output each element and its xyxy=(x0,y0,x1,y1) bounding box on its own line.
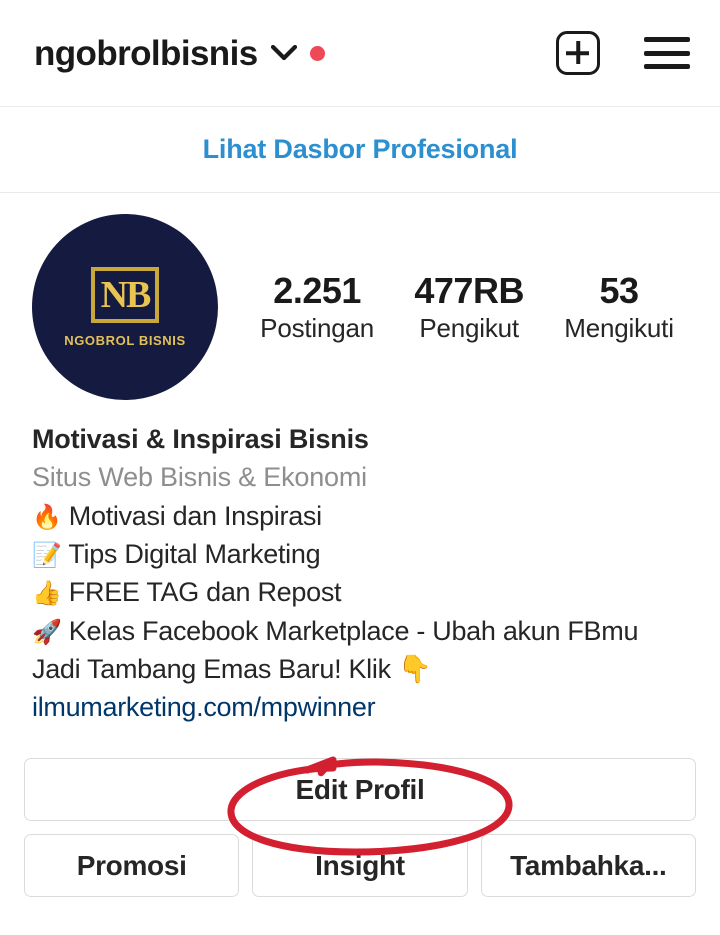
bio-website-link[interactable]: ilmumarketing.com/mpwinner xyxy=(32,688,696,726)
insight-button[interactable]: Insight xyxy=(252,834,468,897)
professional-dashboard-link[interactable]: Lihat Dasbor Profesional xyxy=(203,134,518,165)
stat-following[interactable]: 53 Mengikuti xyxy=(564,269,674,345)
hamburger-bar xyxy=(644,37,690,42)
top-bar: ngobrolbisnis xyxy=(0,0,720,107)
bio-line-text: Tips Digital Marketing xyxy=(68,538,321,569)
profile-header: NB NGOBROL BISNIS 2.251 Postingan 477RB … xyxy=(0,193,720,400)
hamburger-bar xyxy=(644,50,690,56)
bio-line: 🔥 Motivasi dan Inspirasi xyxy=(32,497,696,535)
bio-display-name: Motivasi & Inspirasi Bisnis xyxy=(32,424,369,454)
hamburger-menu-icon[interactable] xyxy=(644,37,690,69)
plus-box-icon[interactable] xyxy=(556,31,600,75)
top-bar-actions xyxy=(556,31,690,75)
avatar[interactable]: NB NGOBROL BISNIS xyxy=(32,214,218,400)
edit-profile-button[interactable]: Edit Profil xyxy=(24,758,696,821)
bio-line-text: Kelas Facebook Marketplace - Ubah akun F… xyxy=(68,615,639,646)
stat-label: Postingan xyxy=(260,312,375,343)
stat-label: Pengikut xyxy=(419,312,519,343)
account-username[interactable]: ngobrolbisnis xyxy=(34,36,258,71)
profile-stats: 2.251 Postingan 477RB Pengikut 53 Mengik… xyxy=(218,270,694,345)
add-tools-button[interactable]: Tambahka... xyxy=(480,834,696,897)
bio-line: 📝 Tips Digital Marketing xyxy=(32,535,696,573)
stat-posts[interactable]: 2.251 Postingan xyxy=(260,270,374,345)
thumbs-up-emoji: 👍 xyxy=(32,579,62,608)
instagram-profile-screen: ngobrolbisnis Lihat Dasbor Profesional N… xyxy=(0,0,720,935)
rocket-emoji: 🚀 xyxy=(32,617,62,646)
bio-line-text: Jadi Tambang Emas Baru! Klik 👇 xyxy=(32,653,432,684)
promote-button[interactable]: Promosi xyxy=(24,834,240,897)
username-dropdown[interactable]: ngobrolbisnis xyxy=(34,36,325,71)
bio-line: 🚀 Kelas Facebook Marketplace - Ubah akun… xyxy=(32,612,696,650)
stat-label: Mengikuti xyxy=(564,312,674,343)
profile-action-buttons: Edit Profil Promosi Insight Tambahka... xyxy=(0,758,720,897)
chevron-down-icon[interactable] xyxy=(270,45,297,61)
bio-line: Jadi Tambang Emas Baru! Klik 👇 xyxy=(32,650,696,688)
bio-line-text: Motivasi dan Inspirasi xyxy=(68,500,322,531)
stat-followers[interactable]: 477RB Pengikut xyxy=(414,270,524,345)
secondary-action-row: Promosi Insight Tambahka... xyxy=(24,834,696,897)
profile-bio: Motivasi & Inspirasi Bisnis Situs Web Bi… xyxy=(0,400,720,727)
avatar-monogram-box: NB xyxy=(91,266,159,323)
avatar-monogram: NB xyxy=(100,273,152,316)
hamburger-bar xyxy=(644,64,690,69)
memo-emoji: 📝 xyxy=(32,540,62,569)
stat-value: 53 xyxy=(599,269,640,311)
bio-line: 👍 FREE TAG dan Repost xyxy=(32,573,696,611)
notification-dot-icon xyxy=(309,45,325,61)
professional-dashboard-row[interactable]: Lihat Dasbor Profesional xyxy=(0,107,720,193)
stat-value: 477RB xyxy=(414,269,524,311)
stat-value: 2.251 xyxy=(273,269,361,311)
avatar-brand-name: NGOBROL BISNIS xyxy=(64,332,186,348)
bio-line-text: FREE TAG dan Repost xyxy=(68,577,342,608)
bio-category: Situs Web Bisnis & Ekonomi xyxy=(32,462,367,493)
fire-emoji: 🔥 xyxy=(32,502,62,531)
